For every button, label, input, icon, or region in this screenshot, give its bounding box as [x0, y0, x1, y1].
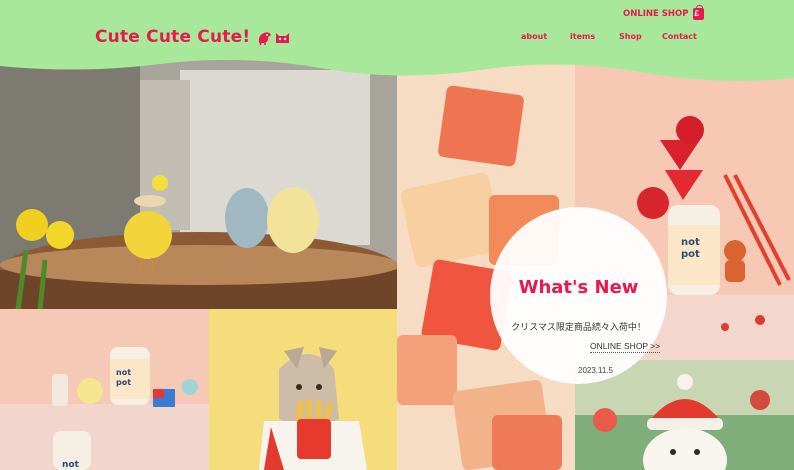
- nav-shop[interactable]: Shop: [619, 32, 662, 41]
- news-date: 2023.11.5: [578, 366, 613, 375]
- products-photo-tile[interactable]: not pot not: [0, 309, 209, 470]
- svg-text:not: not: [116, 368, 131, 377]
- nav-contact[interactable]: Contact: [662, 32, 702, 41]
- shopping-bag-icon: [692, 5, 704, 20]
- svg-text:not: not: [681, 237, 700, 248]
- online-shop-link[interactable]: ONLINE SHOP: [623, 5, 704, 20]
- site-header: Cute Cute Cute! ONLINE SHOP about items …: [0, 0, 794, 90]
- dog-photo-tile[interactable]: [209, 309, 397, 470]
- logo-text: Cute Cute Cute!: [95, 27, 251, 47]
- nav-about[interactable]: about: [521, 32, 570, 41]
- whats-new-title: What's New: [518, 277, 639, 298]
- cat-logo-icon: [276, 33, 290, 43]
- news-item-text[interactable]: クリスマス限定商品続々入荷中！: [490, 320, 667, 333]
- news-online-shop-link[interactable]: ONLINE SHOP >>: [590, 341, 661, 353]
- svg-text:pot: pot: [681, 249, 700, 260]
- main-nav: about items Shop Contact: [521, 32, 702, 41]
- site-logo[interactable]: Cute Cute Cute!: [95, 27, 290, 47]
- svg-text:not: not: [62, 460, 80, 470]
- online-shop-label: ONLINE SHOP: [623, 9, 689, 19]
- bird-logo-icon: [259, 32, 272, 45]
- whats-new-panel: What's New クリスマス限定商品続々入荷中！ ONLINE SHOP >…: [490, 207, 667, 384]
- easter-photo-tile[interactable]: [0, 60, 397, 309]
- svg-text:pot: pot: [116, 378, 131, 387]
- nav-items[interactable]: items: [570, 32, 619, 41]
